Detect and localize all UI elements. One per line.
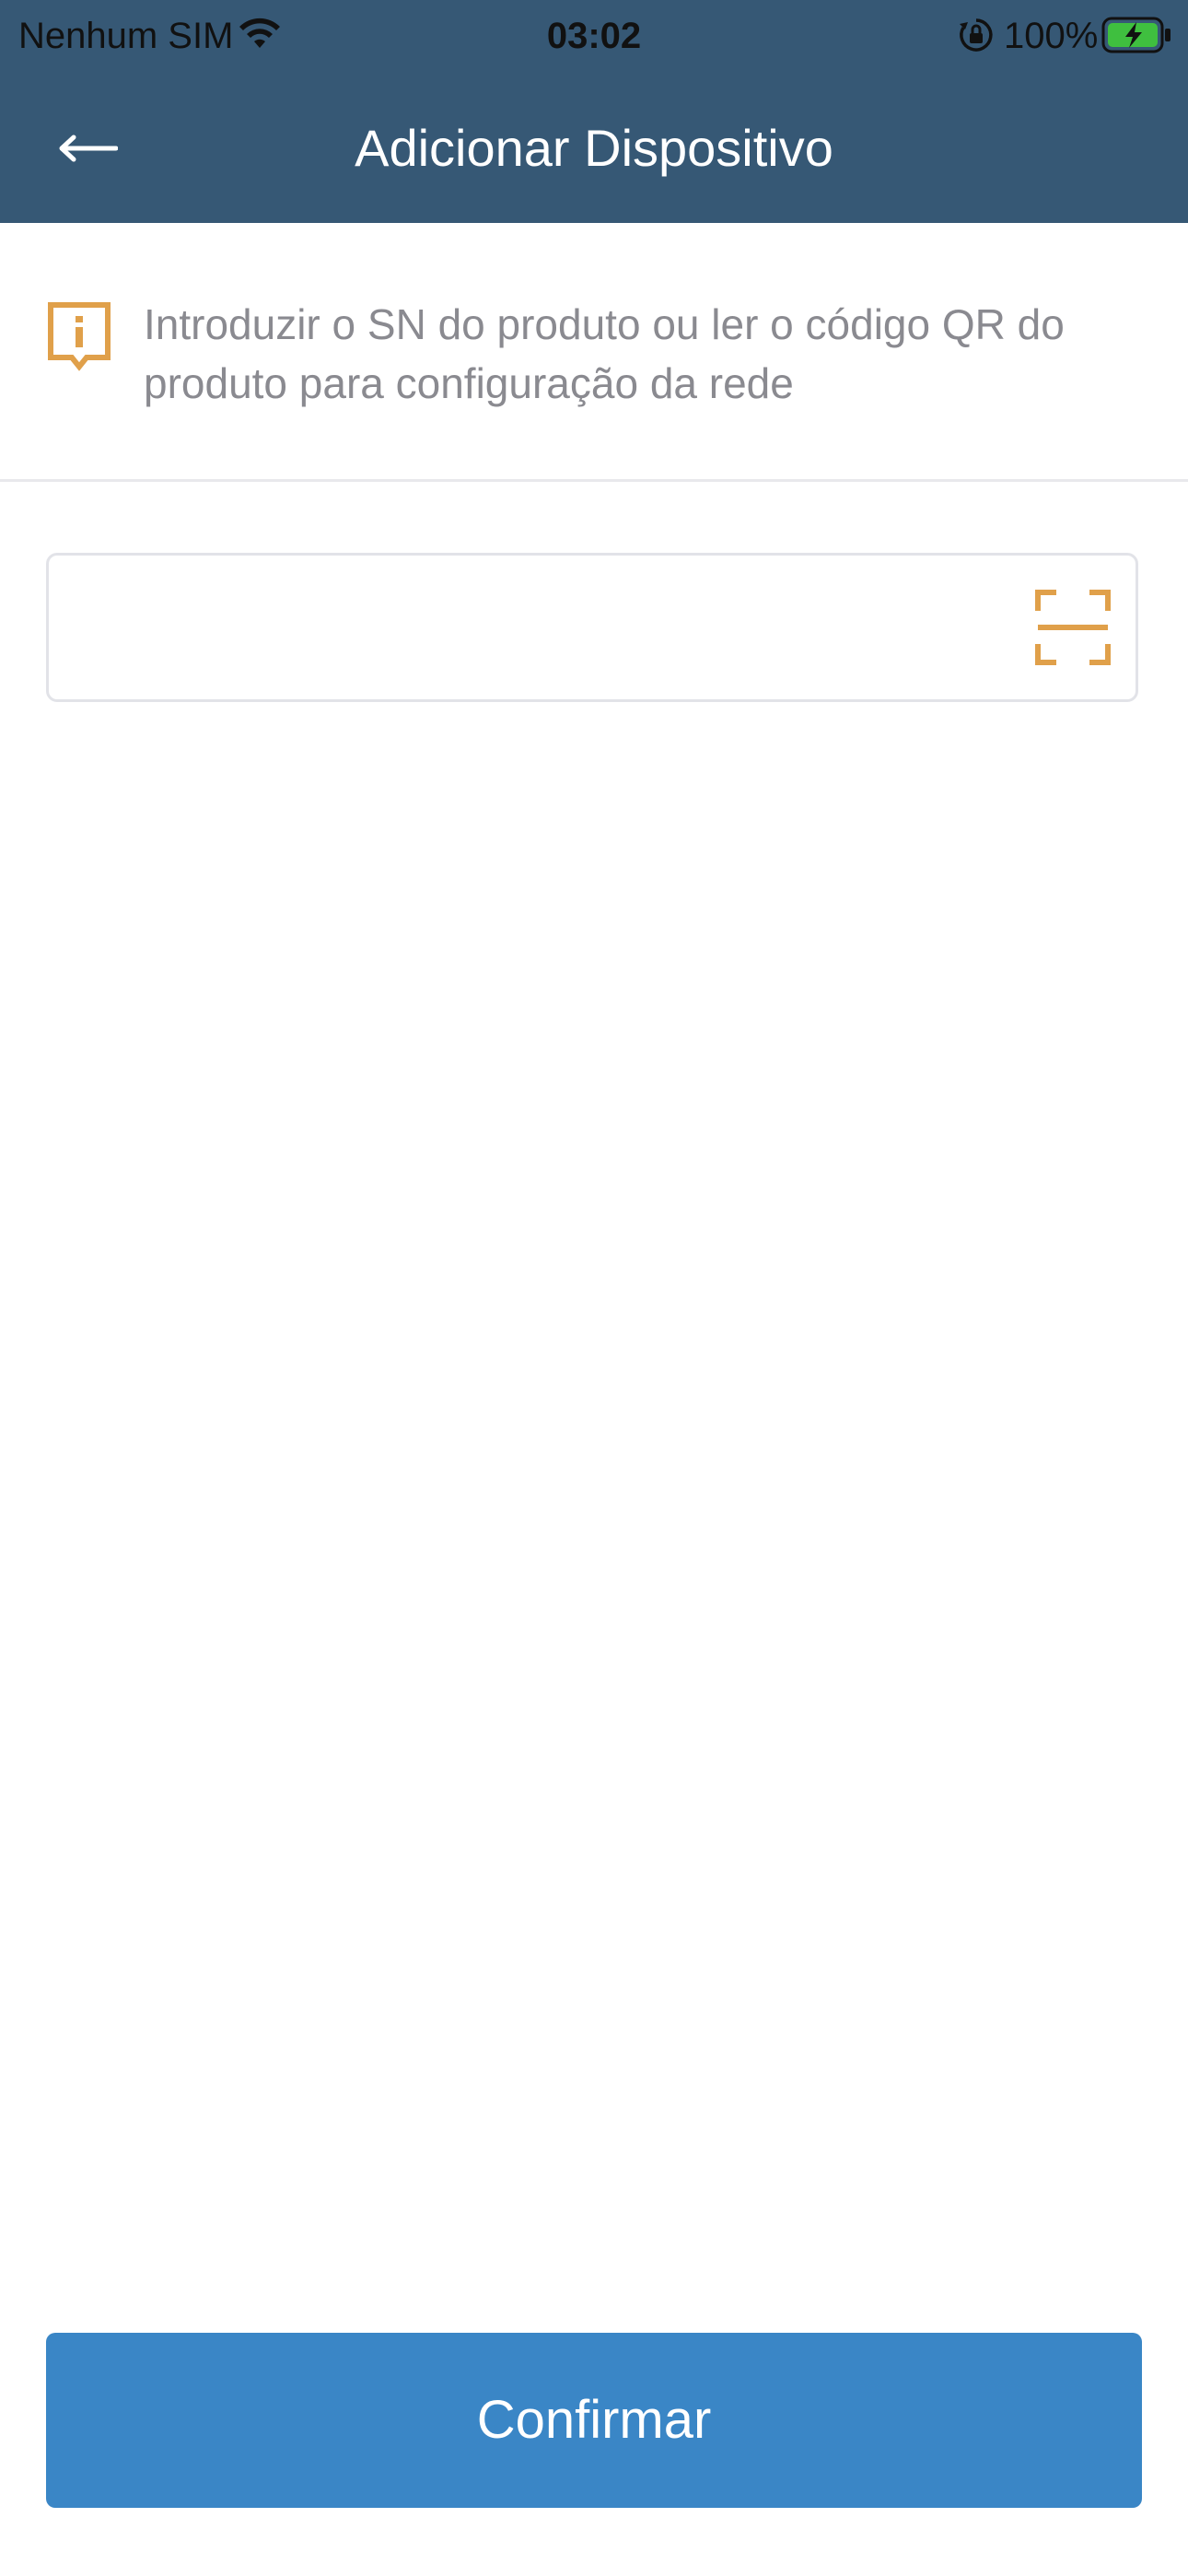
page-title: Adicionar Dispositivo (355, 119, 833, 177)
sn-field (46, 553, 1138, 702)
info-bubble-icon (46, 300, 112, 374)
nav-bar: Adicionar Dispositivo (0, 74, 1188, 223)
qr-scan-icon[interactable] (1034, 589, 1112, 666)
header: Nenhum SIM 03:02 100% Adicionar Disposit… (0, 0, 1188, 223)
orientation-lock-icon (958, 17, 995, 53)
info-notice: Introduzir o SN do produto ou ler o códi… (0, 223, 1188, 482)
battery-percentage: 100% (1004, 16, 1099, 56)
status-bar: Nenhum SIM 03:02 100% (0, 0, 1188, 74)
notice-text: Introduzir o SN do produto ou ler o códi… (144, 300, 1065, 407)
add-device-screen: Nenhum SIM 03:02 100% Adicionar Disposit… (0, 0, 1188, 2576)
battery-charging-icon (1101, 17, 1173, 53)
confirm-button[interactable]: Confirmar (46, 2333, 1142, 2508)
sn-input[interactable] (67, 556, 1029, 701)
